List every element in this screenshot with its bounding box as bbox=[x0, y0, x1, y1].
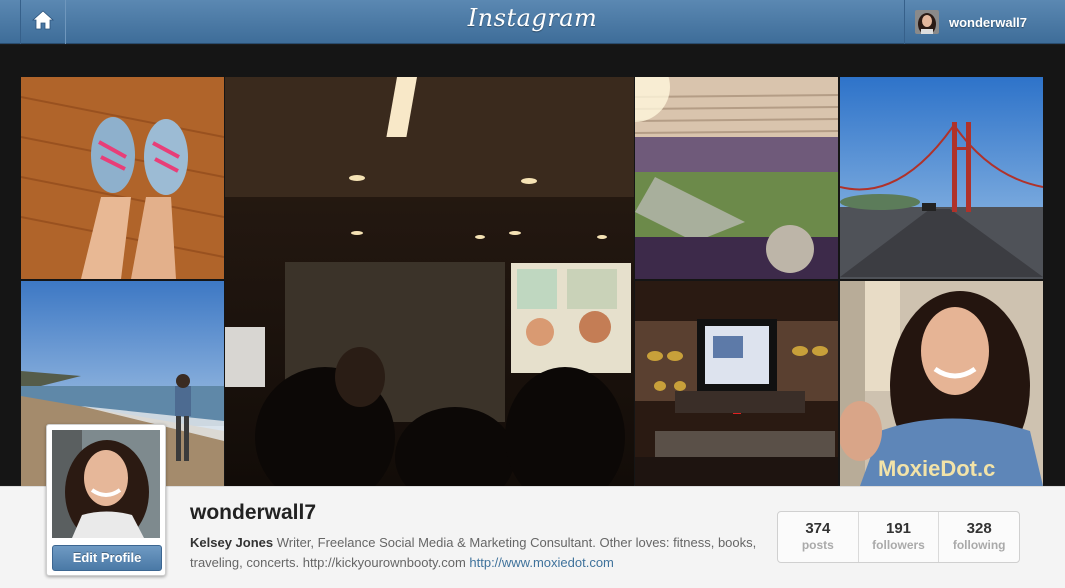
photo-tile[interactable] bbox=[635, 281, 838, 486]
profile-avatar-card: Edit Profile bbox=[46, 424, 166, 576]
stat-followers-value: 191 bbox=[885, 520, 912, 537]
home-icon bbox=[31, 9, 55, 35]
profile-bio: Kelsey Jones Writer, Freelance Social Me… bbox=[190, 533, 760, 573]
stat-following-value: 328 bbox=[966, 520, 992, 537]
profile-username: wonderwall7 bbox=[190, 501, 317, 524]
header-username: wonderwall7 bbox=[949, 14, 1028, 30]
photo-tile[interactable]: MoxieDot.c bbox=[840, 281, 1043, 486]
profile-stats: 374 posts 191 followers 328 following bbox=[777, 511, 1020, 563]
stat-posts-label: posts bbox=[801, 538, 834, 552]
bio-full-name: Kelsey Jones bbox=[190, 535, 274, 550]
edit-profile-button[interactable]: Edit Profile bbox=[52, 545, 162, 571]
user-menu[interactable]: wonderwall7 bbox=[904, 0, 1045, 44]
profile-avatar[interactable] bbox=[52, 430, 160, 538]
stat-followers-label: followers bbox=[872, 538, 925, 552]
svg-text:MoxieDot.c: MoxieDot.c bbox=[878, 456, 995, 481]
stat-posts[interactable]: 374 posts bbox=[778, 512, 858, 562]
stat-following-label: following bbox=[952, 538, 1006, 552]
stat-following[interactable]: 328 following bbox=[938, 512, 1019, 562]
photo-tile[interactable] bbox=[635, 77, 838, 279]
top-navigation-bar: Instagram wonderwall7 bbox=[0, 0, 1065, 44]
user-avatar bbox=[915, 10, 939, 34]
photo-tile[interactable] bbox=[840, 77, 1043, 279]
bio-website-link[interactable]: http://www.moxiedot.com bbox=[469, 555, 614, 570]
photo-tile[interactable] bbox=[21, 77, 224, 279]
stat-posts-value: 374 bbox=[805, 520, 831, 537]
photo-tile[interactable] bbox=[225, 77, 634, 486]
home-button[interactable] bbox=[20, 0, 66, 44]
stat-followers[interactable]: 191 followers bbox=[857, 512, 939, 562]
photo-grid: MoxieDot.c bbox=[21, 77, 1043, 486]
